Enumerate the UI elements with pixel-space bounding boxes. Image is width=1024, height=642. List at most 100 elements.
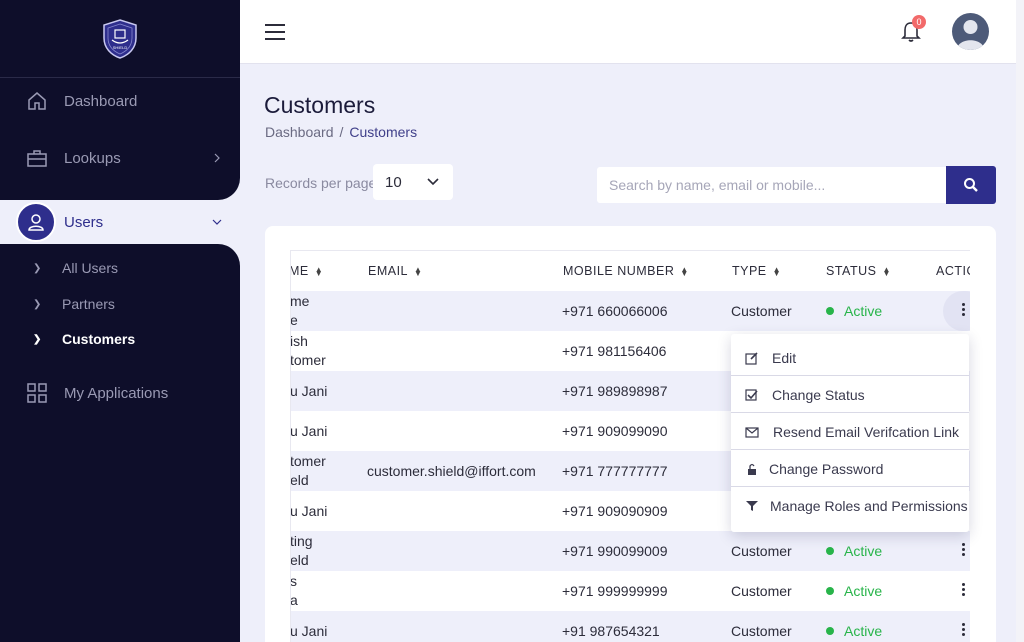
row-actions-menu: Edit Change Status Resend Email Verifcat…: [731, 334, 969, 532]
breadcrumb: Dashboard / Customers: [265, 124, 417, 140]
cell-name: tomer eld: [290, 453, 326, 488]
cell-mobile: +971 989898987: [562, 383, 668, 399]
cell-mobile: +971 909099090: [562, 423, 668, 439]
table-header: ME ▲ ▼ EMAIL ▲ ▼ MOBILE NUMBER ▲ ▼ TYPE ▲ ▼ STAT…: [291, 251, 970, 291]
cell-type: Customer: [731, 543, 792, 559]
status-dot: [826, 307, 834, 316]
cell-mobile: +971 981156406: [562, 343, 667, 359]
grid-icon: [27, 383, 47, 403]
column-header-label: TYPE: [732, 264, 767, 278]
status-dot: [826, 547, 834, 556]
sidebar-item-my-applications[interactable]: My Applications: [0, 365, 240, 421]
chevron-down-icon: [427, 178, 439, 186]
breadcrumb-link-dashboard[interactable]: Dashboard: [265, 124, 334, 140]
column-header-label: MOBILE NUMBER: [563, 264, 675, 278]
cell-email: customer.shield@iffort.com: [367, 463, 536, 479]
column-header-type[interactable]: TYPE ▲ ▼: [732, 264, 781, 278]
menu-item-label: Resend Email Verifcation Link: [773, 423, 959, 440]
cell-mobile: +971 777777777: [562, 463, 668, 479]
sidebar-subitem-partners[interactable]: ❯ Partners: [0, 289, 240, 319]
breadcrumb-current: Customers: [349, 124, 418, 140]
more-vertical-icon[interactable]: [962, 303, 966, 317]
cell-name: u Jani: [290, 623, 328, 639]
records-per-page-value: 10: [385, 173, 402, 191]
sort-icon: ▲ ▼: [314, 264, 324, 278]
cell-type: Customer: [731, 623, 792, 639]
table-row[interactable]: me e +971 660066006 Customer Active: [291, 291, 970, 331]
logo-text: SHIELD: [113, 45, 128, 50]
search-button[interactable]: [946, 166, 996, 204]
sidebar-subitem-all-users[interactable]: ❯ All Users: [0, 253, 240, 283]
cell-mobile: +971 909090909: [562, 503, 668, 519]
menu-item-change-status[interactable]: Change Status: [731, 377, 969, 413]
sort-icon: ▲ ▼: [772, 264, 782, 278]
sort-icon: ▲ ▼: [680, 264, 689, 278]
sidebar-subitem-label: Customers: [62, 331, 136, 347]
column-header-label: ME: [290, 264, 309, 278]
cell-mobile: +971 660066006: [562, 303, 668, 319]
table-row[interactable]: sa +971 999999999 Customer Active: [291, 571, 970, 611]
menu-item-resend-verification[interactable]: Resend Email Verifcation Link: [731, 414, 969, 450]
sidebar-item-users[interactable]: Users: [14, 200, 240, 244]
briefcase-icon: [27, 150, 47, 167]
sidebar-item-label: Dashboard: [64, 92, 138, 110]
cell-mobile: +91 987654321: [562, 623, 660, 639]
avatar[interactable]: [952, 13, 989, 50]
sidebar-subitem-label: All Users: [62, 260, 119, 276]
column-header-label: STATUS: [826, 264, 877, 278]
menu-item-edit[interactable]: Edit: [731, 340, 969, 376]
page-scrollbar[interactable]: [1016, 0, 1024, 642]
table-row[interactable]: u Jani +91 987654321 Customer Active: [291, 611, 970, 642]
column-header-status[interactable]: STATUS ▲ ▼: [826, 264, 891, 278]
column-header-label: ACTIO: [936, 264, 970, 278]
menu-item-label: Change Password: [769, 460, 884, 477]
records-per-page-label: Records per page: [265, 175, 377, 191]
more-vertical-icon[interactable]: [962, 583, 966, 597]
menu-item-change-password[interactable]: Change Password: [731, 451, 969, 487]
column-header-name[interactable]: ME ▲ ▼: [290, 264, 324, 278]
chevron-right-icon: ❯: [33, 333, 42, 345]
table-row[interactable]: ting eld +971 990099009 Customer Active: [291, 531, 970, 571]
cell-name: ish tomer: [290, 333, 326, 368]
status-dot: [826, 627, 834, 636]
column-header-email[interactable]: EMAIL ▲ ▼: [368, 264, 422, 278]
sidebar-item-label: Lookups: [64, 149, 121, 167]
cell-status: Active: [826, 543, 882, 559]
sidebar-item-dashboard[interactable]: Dashboard: [0, 73, 240, 129]
lock-icon: [748, 463, 756, 475]
column-header-mobile[interactable]: MOBILE NUMBER ▲ ▼: [563, 264, 689, 278]
sort-icon: ▲ ▼: [414, 264, 423, 278]
cell-name: ting eld: [290, 533, 313, 568]
envelope-icon: [745, 427, 759, 438]
hamburger-menu-icon[interactable]: [265, 24, 285, 40]
cell-name: u Jani: [290, 503, 328, 519]
search-icon: [964, 178, 978, 192]
cell-type: Customer: [731, 583, 792, 599]
profile-avatar-icon: [957, 20, 984, 50]
sidebar-subitem-customers[interactable]: ❯ Customers: [0, 324, 240, 354]
checkbox-icon: [745, 389, 758, 401]
status-dot: [826, 587, 834, 596]
shield-logo-icon[interactable]: SHIELD: [101, 18, 139, 60]
menu-item-manage-roles[interactable]: Manage Roles and Permissions: [731, 488, 969, 524]
cell-name: u Jani: [290, 383, 328, 399]
cell-type: Customer: [731, 303, 792, 319]
user-icon-badge: [16, 202, 56, 242]
logo-area: SHIELD: [0, 0, 240, 78]
search-input[interactable]: [597, 167, 946, 203]
menu-item-label: Manage Roles and Permissions: [770, 498, 968, 514]
filter-icon: [746, 501, 758, 511]
sidebar-item-label: My Applications: [64, 384, 169, 402]
user-icon: [28, 214, 44, 231]
records-per-page-select[interactable]: 10: [373, 164, 453, 200]
sidebar-item-label: Users: [64, 213, 104, 231]
cell-status: Active: [826, 583, 882, 599]
more-vertical-icon[interactable]: [962, 623, 966, 637]
chevron-right-icon: ❯: [33, 298, 42, 310]
decor: [0, 178, 240, 200]
more-vertical-icon[interactable]: [962, 543, 966, 557]
sidebar: SHIELD Dashboard Lookups Users ❯ All Use…: [0, 0, 240, 642]
cell-name: u Jani: [290, 423, 328, 439]
cell-name: me e: [290, 293, 310, 328]
column-header-label: EMAIL: [368, 264, 409, 278]
